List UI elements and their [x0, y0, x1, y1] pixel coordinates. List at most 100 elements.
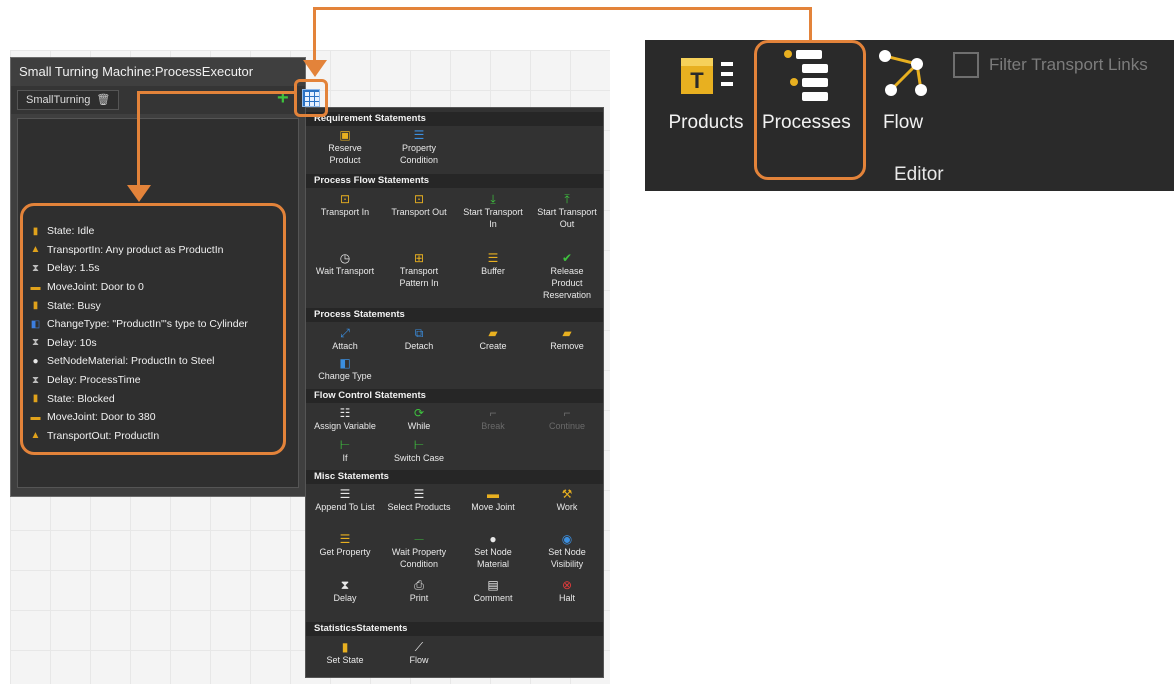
menu-item-release-product-reservation[interactable]: ✔ Release Product Reservation: [530, 251, 603, 301]
menu-item-reserve-product[interactable]: ▣ Reserve Product: [308, 128, 382, 166]
create-icon: ▰: [488, 326, 498, 340]
statement-menu: Requirement Statements ▣ Reserve Product ☰…: [305, 107, 604, 678]
attach-icon: ⤢: [340, 326, 350, 340]
move-joint-icon: ▬: [487, 487, 499, 501]
menu-item-wait-transport[interactable]: ◷ Wait Transport: [308, 251, 382, 277]
menu-item-continue: ⌐ Continue: [530, 406, 603, 432]
arrow-down-icon: [303, 60, 327, 77]
select-products-icon: ☰: [413, 487, 425, 501]
if-icon: ⊢: [339, 438, 351, 452]
set-node-material-icon: ●: [489, 532, 497, 546]
remove-icon: ▰: [562, 326, 572, 340]
section-flow-control: Flow Control Statements: [306, 389, 603, 403]
property-condition-icon: ☰: [413, 128, 425, 142]
menu-item-if[interactable]: ⊢ If: [308, 438, 382, 464]
filter-checkbox[interactable]: [953, 52, 979, 78]
transport-in-icon: ⊡: [339, 192, 351, 206]
processes-highlight: [754, 40, 866, 180]
ribbon-group-label: Editor: [894, 164, 944, 185]
wait-transport-icon: ◷: [339, 251, 351, 265]
menu-item-transport-in[interactable]: ⊡ Transport In: [308, 192, 382, 218]
menu-item-start-transport-in[interactable]: ⤓ Start Transport In: [456, 192, 530, 230]
flow-button[interactable]: Flow: [871, 40, 935, 150]
arrow-down-icon: [127, 185, 151, 202]
comment-icon: ▤: [487, 578, 499, 592]
connector-line: [313, 7, 812, 10]
menu-item-print[interactable]: ⎙ Print: [382, 578, 456, 604]
menu-item-break: ⌐ Break: [456, 406, 530, 432]
menu-item-wait-property-condition[interactable]: ⏤ Wait Property Condition: [382, 532, 456, 570]
continue-icon: ⌐: [563, 406, 571, 420]
buffer-icon: ☰: [487, 251, 499, 265]
section-statistics: StatisticsStatements: [306, 622, 603, 636]
menu-item-set-node-visibility[interactable]: ◉ Set Node Visibility: [530, 532, 603, 570]
start-transport-out-icon: ⤒: [564, 192, 570, 206]
svg-text:T: T: [690, 68, 704, 93]
detach-icon: ⧉: [414, 326, 424, 340]
append-list-icon: ☰: [339, 487, 351, 501]
connector-line: [137, 91, 140, 189]
section-requirement: Requirement Statements: [306, 112, 603, 126]
menu-item-create[interactable]: ▰ Create: [456, 326, 530, 352]
print-icon: ⎙: [414, 578, 424, 592]
tab-label: SmallTurning: [26, 94, 91, 106]
window-title: Small Turning Machine:ProcessExecutor: [19, 64, 254, 79]
menu-item-switch-case[interactable]: ⊢ Switch Case: [382, 438, 456, 464]
menu-item-append-to-list[interactable]: ☰ Append To List: [308, 487, 382, 513]
menu-item-detach[interactable]: ⧉ Detach: [382, 326, 456, 352]
start-transport-in-icon: ⤓: [490, 192, 496, 206]
section-misc: Misc Statements: [306, 470, 603, 484]
menu-item-select-products[interactable]: ☰ Select Products: [382, 487, 456, 513]
delay-icon: ⧗: [340, 578, 350, 592]
menu-item-flow-statistics[interactable]: ⟋ Flow: [382, 640, 456, 666]
menu-item-set-node-material[interactable]: ● Set Node Material: [456, 532, 530, 570]
menu-button-highlight: [294, 79, 328, 117]
transport-out-icon: ⊡: [413, 192, 425, 206]
menu-item-assign-variable[interactable]: ☷ Assign Variable: [308, 406, 382, 432]
menu-item-transport-pattern-in[interactable]: ⊞ Transport Pattern In: [382, 251, 456, 289]
switch-case-icon: ⊢: [413, 438, 425, 452]
filter-label: Filter Transport Links: [989, 55, 1148, 74]
menu-item-start-transport-out[interactable]: ⤒ Start Transport Out: [530, 192, 603, 230]
release-icon: ✔: [561, 251, 573, 265]
section-process: Process Statements: [306, 308, 603, 322]
products-label: Products: [668, 112, 744, 133]
statement-list-highlight: [20, 203, 286, 455]
products-icon: T: [681, 58, 733, 94]
menu-item-transport-out[interactable]: ⊡ Transport Out: [382, 192, 456, 218]
work-icon: ⚒: [561, 487, 573, 501]
menu-item-get-property[interactable]: ☰ Get Property: [308, 532, 382, 558]
menu-item-remove[interactable]: ▰ Remove: [530, 326, 603, 352]
set-state-icon: ▮: [341, 640, 349, 654]
flow-icon: [879, 50, 927, 96]
menu-item-change-type[interactable]: ◧ Change Type: [308, 356, 382, 382]
section-process-flow: Process Flow Statements: [306, 174, 603, 188]
transport-pattern-icon: ⊞: [413, 251, 425, 265]
menu-item-work[interactable]: ⚒ Work: [530, 487, 603, 513]
trash-icon[interactable]: 🗑: [96, 90, 110, 110]
change-type-icon: ◧: [339, 356, 351, 370]
menu-item-set-state[interactable]: ▮ Set State: [308, 640, 382, 666]
while-icon: ⟳: [413, 406, 425, 420]
connector-line: [809, 7, 812, 40]
tab-smallturning[interactable]: SmallTurning 🗑: [17, 90, 120, 110]
menu-item-comment[interactable]: ▤ Comment: [456, 578, 530, 604]
flow-stat-icon: ⟋: [414, 640, 424, 654]
menu-item-move-joint[interactable]: ▬ Move Joint: [456, 487, 530, 513]
menu-item-attach[interactable]: ⤢ Attach: [308, 326, 382, 352]
get-property-icon: ☰: [339, 532, 351, 546]
menu-item-buffer[interactable]: ☰ Buffer: [456, 251, 530, 277]
menu-item-delay[interactable]: ⧗ Delay: [308, 578, 382, 604]
assign-variable-icon: ☷: [339, 406, 351, 420]
halt-icon: ⊗: [561, 578, 573, 592]
menu-item-while[interactable]: ⟳ While: [382, 406, 456, 432]
set-node-visibility-icon: ◉: [561, 532, 573, 546]
break-icon: ⌐: [489, 406, 497, 420]
filter-transport-links[interactable]: Filter Transport Links: [953, 52, 1148, 78]
menu-item-property-condition[interactable]: ☰ Property Condition: [382, 128, 456, 166]
flow-label: Flow: [882, 112, 924, 133]
connector-line: [313, 7, 316, 62]
products-button[interactable]: T Products: [667, 40, 745, 150]
wait-property-icon: ⏤: [414, 532, 424, 546]
menu-item-halt[interactable]: ⊗ Halt: [530, 578, 603, 604]
